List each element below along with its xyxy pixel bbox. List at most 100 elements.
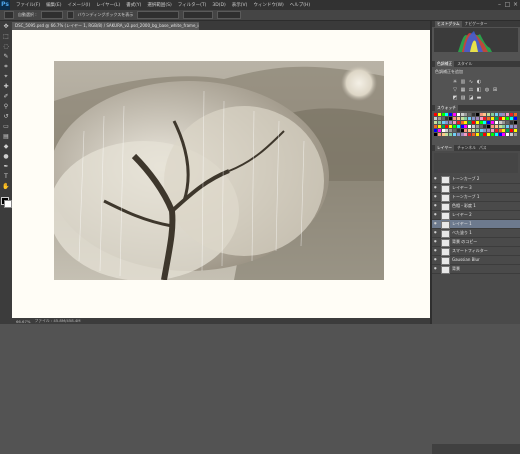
hand-tool-icon[interactable]: ✋ xyxy=(2,183,10,191)
eye-icon[interactable]: ● xyxy=(434,186,437,189)
layer-row[interactable]: ● トーンカーブ 1 xyxy=(432,193,520,202)
swatch[interactable] xyxy=(460,121,464,124)
swatch[interactable] xyxy=(437,121,441,124)
document-tab[interactable]: DSC_5095.psd @ 66.7% (レイヤー 1, RGB/8) / S… xyxy=(12,22,199,30)
type-tool-icon[interactable]: T xyxy=(2,173,10,181)
swatch[interactable] xyxy=(449,117,453,120)
swatch[interactable] xyxy=(513,133,517,136)
swatch[interactable] xyxy=(506,121,510,124)
swatch[interactable] xyxy=(441,125,445,128)
pen-tool-icon[interactable]: ✒ xyxy=(2,163,10,171)
zoom-level[interactable]: 66.67% xyxy=(16,319,30,324)
swatch[interactable] xyxy=(491,117,494,120)
swatch[interactable] xyxy=(491,121,494,124)
swatch[interactable] xyxy=(483,117,487,120)
swatch[interactable] xyxy=(453,133,456,136)
swatch[interactable] xyxy=(491,125,494,128)
layer-row[interactable]: ● レイヤー 3 xyxy=(432,184,520,193)
swatch[interactable] xyxy=(472,133,475,136)
eye-icon[interactable]: ● xyxy=(434,213,437,216)
gradient-map-icon[interactable]: ▬ xyxy=(476,95,482,101)
swatch[interactable] xyxy=(472,113,475,116)
swatch[interactable] xyxy=(510,133,513,136)
swatch[interactable] xyxy=(464,133,468,136)
layer-row[interactable]: ● 背景 のコピー xyxy=(432,238,520,247)
swatch[interactable] xyxy=(494,129,498,132)
swatch[interactable] xyxy=(445,113,449,116)
tool-preset-picker[interactable] xyxy=(4,11,14,19)
swatch[interactable] xyxy=(502,125,506,128)
swatch[interactable] xyxy=(479,133,483,136)
swatch[interactable] xyxy=(449,133,453,136)
brush-tool-icon[interactable]: ✐ xyxy=(2,93,10,101)
swatch[interactable] xyxy=(460,129,464,132)
clone-stamp-tool-icon[interactable]: ⚲ xyxy=(2,103,10,111)
quick-select-tool-icon[interactable]: ✎ xyxy=(2,53,10,61)
move-tool-icon[interactable]: ✥ xyxy=(2,23,10,31)
swatch[interactable] xyxy=(498,125,502,128)
swatch[interactable] xyxy=(456,121,460,124)
eye-icon[interactable]: ● xyxy=(434,177,437,180)
dodge-tool-icon[interactable]: ● xyxy=(2,153,10,161)
swatch[interactable] xyxy=(453,121,456,124)
eraser-tool-icon[interactable]: ▭ xyxy=(2,123,10,131)
swatch[interactable] xyxy=(449,129,453,132)
swatch[interactable] xyxy=(434,129,437,132)
swatch[interactable] xyxy=(468,125,472,128)
threshold-icon[interactable]: ◪ xyxy=(468,95,474,101)
swatch[interactable] xyxy=(456,129,460,132)
swatch[interactable] xyxy=(468,113,472,116)
swatch[interactable] xyxy=(498,121,502,124)
invert-icon[interactable]: ◩ xyxy=(452,95,458,101)
eyedropper-tool-icon[interactable]: ⌖ xyxy=(2,73,10,81)
swatch[interactable] xyxy=(487,125,491,128)
channel-mixer-icon[interactable]: ⊞ xyxy=(492,87,498,93)
show-transform-checkbox[interactable] xyxy=(66,11,74,19)
swatch[interactable] xyxy=(441,113,445,116)
swatch[interactable] xyxy=(502,129,506,132)
swatch[interactable] xyxy=(475,133,479,136)
layer-row[interactable]: ● レイヤー 2 xyxy=(432,211,520,220)
swatch[interactable] xyxy=(472,117,475,120)
swatch[interactable] xyxy=(434,113,437,116)
tab-swatches[interactable]: スウォッチ xyxy=(435,105,458,111)
swatch[interactable] xyxy=(479,113,483,116)
layer-row[interactable]: ● レイヤー 1 xyxy=(432,220,520,229)
swatch[interactable] xyxy=(506,125,510,128)
swatch[interactable] xyxy=(464,113,468,116)
swatch[interactable] xyxy=(456,117,460,120)
swatch[interactable] xyxy=(510,113,513,116)
swatch[interactable] xyxy=(434,117,437,120)
swatch[interactable] xyxy=(464,125,468,128)
swatch[interactable] xyxy=(494,117,498,120)
swatch[interactable] xyxy=(460,117,464,120)
menu-image[interactable]: イメージ(I) xyxy=(67,2,90,8)
blur-tool-icon[interactable]: ◆ xyxy=(2,143,10,151)
swatch[interactable] xyxy=(434,125,437,128)
swatch[interactable] xyxy=(502,133,506,136)
swatch[interactable] xyxy=(437,113,441,116)
swatch[interactable] xyxy=(437,117,441,120)
swatch[interactable] xyxy=(491,113,494,116)
eye-icon[interactable]: ● xyxy=(434,258,437,261)
layer-row[interactable]: ● 背景 xyxy=(432,265,520,274)
tab-adjustments[interactable]: 色調補正 xyxy=(435,61,455,67)
layer-row[interactable]: ● スマートフィルター xyxy=(432,247,520,256)
minimize-icon[interactable]: – xyxy=(496,1,503,8)
swatch[interactable] xyxy=(445,121,449,124)
menu-3d[interactable]: 3D(D) xyxy=(212,3,225,8)
swatch[interactable] xyxy=(475,129,479,132)
menu-edit[interactable]: 編集(E) xyxy=(46,2,61,8)
swatch[interactable] xyxy=(487,133,491,136)
brightness-icon[interactable]: ☀ xyxy=(452,79,458,85)
lasso-tool-icon[interactable]: ◌ xyxy=(2,43,10,51)
swatch[interactable] xyxy=(494,113,498,116)
swatch[interactable] xyxy=(449,125,453,128)
menu-window[interactable]: ウィンドウ(W) xyxy=(253,2,283,8)
swatch[interactable] xyxy=(464,117,468,120)
swatch[interactable] xyxy=(441,117,445,120)
swatch[interactable] xyxy=(449,121,453,124)
swatch[interactable] xyxy=(441,129,445,132)
swatch[interactable] xyxy=(449,113,453,116)
swatch[interactable] xyxy=(456,125,460,128)
